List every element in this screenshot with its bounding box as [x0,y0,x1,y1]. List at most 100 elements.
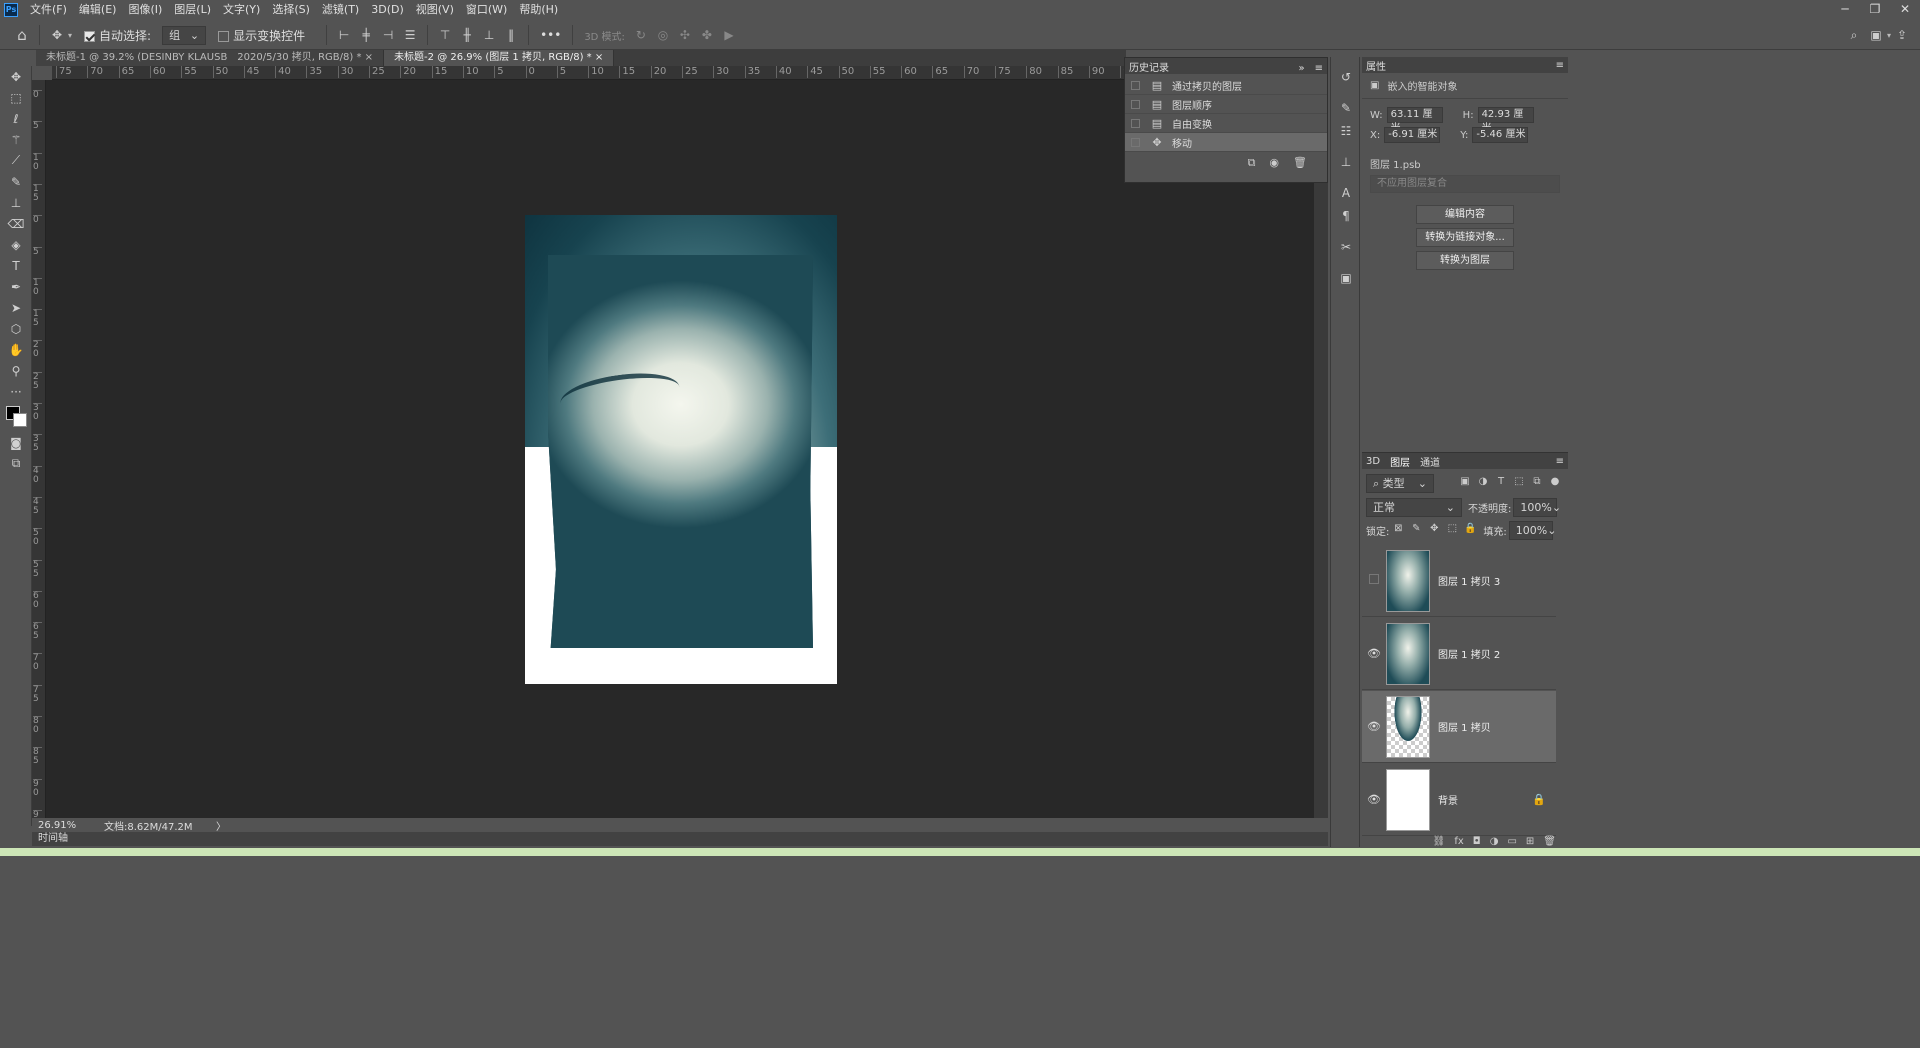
distribute-horizontal-icon[interactable]: ‖ [503,28,519,42]
minimize-icon[interactable]: ─ [1830,0,1860,20]
3d-orbit-icon[interactable]: ↻ [633,28,649,42]
hand-tool-icon[interactable]: ✋ [0,339,32,360]
info-panel-icon[interactable]: ▣ [1331,266,1361,289]
paint-bucket-icon[interactable]: ◈ [0,234,32,255]
history-item[interactable]: ▤ 自由变换 [1125,114,1327,133]
history-item[interactable]: ✥ 移动 [1125,133,1327,152]
type-tool-icon[interactable]: T [0,255,32,276]
filter-toggle-icon[interactable]: ● [1548,476,1562,490]
pen-tool-icon[interactable]: ✒ [0,276,32,297]
visibility-toggle[interactable] [1362,574,1386,587]
history-item[interactable]: ▤ 图层顺序 [1125,95,1327,114]
menu-3d[interactable]: 3D(D) [365,0,410,20]
share-icon[interactable]: ⇪ [1894,28,1910,42]
trash-icon[interactable]: 🗑 [1543,836,1556,847]
menu-image[interactable]: 图像(I) [122,0,168,20]
convert-to-linked-button[interactable]: 转换为链接对象... [1416,228,1514,247]
lasso-tool-icon[interactable]: ℓ [0,108,32,129]
menu-select[interactable]: 选择(S) [266,0,316,20]
menu-help[interactable]: 帮助(H) [513,0,564,20]
menu-type[interactable]: 文字(Y) [217,0,266,20]
tab-3d[interactable]: 3D [1366,456,1380,467]
show-transform-checkbox[interactable]: 显示变换控件 [218,27,305,44]
auto-select-checkbox[interactable]: 自动选择: [84,27,151,44]
align-hcenter-icon[interactable]: ╪ [358,28,374,42]
status-menu-arrow[interactable]: 〉 [216,818,226,833]
align-bottom-icon[interactable]: ⊥ [481,28,497,42]
character-panel-icon[interactable]: A [1331,181,1361,204]
width-field[interactable]: 63.11 厘米 [1386,107,1443,134]
zoom-level[interactable]: 26.91% [38,820,104,831]
adjustment-layer-icon[interactable]: ◑ [1490,836,1499,847]
screen-mode-icon[interactable]: ⧉ [0,453,32,474]
lock-image-icon[interactable]: ✎ [1409,523,1423,537]
more-tools-icon[interactable]: ··· [0,381,32,402]
3d-pan-icon[interactable]: ✣ [677,28,693,42]
snapshot-icon[interactable]: ◉ [1269,156,1279,170]
opacity-field[interactable]: 100% ⌄ [1513,497,1561,517]
clone-source-icon[interactable]: ⊥ [1331,150,1361,173]
new-group-icon[interactable]: ▭ [1507,836,1516,847]
menu-view[interactable]: 视图(V) [410,0,460,20]
menu-filter[interactable]: 滤镜(T) [316,0,365,20]
menu-layer[interactable]: 图层(L) [168,0,217,20]
path-select-icon[interactable]: ➤ [0,297,32,318]
menu-window[interactable]: 窗口(W) [460,0,513,20]
adjustments-panel-icon[interactable]: ☷ [1331,119,1361,142]
zoom-tool-icon[interactable]: ⚲ [0,360,32,381]
edit-contents-button[interactable]: 编辑内容 [1416,205,1514,224]
more-options-icon[interactable]: ••• [540,28,561,42]
layer-style-icon[interactable]: fx [1454,836,1463,847]
new-layer-icon[interactable]: ⊞ [1526,836,1534,847]
layer-row[interactable]: 图层 1 拷贝 3 [1362,545,1556,617]
filter-smart-icon[interactable]: ⧉ [1530,476,1544,490]
eye-icon[interactable]: 👁 [1362,647,1386,660]
align-left-icon[interactable]: ⊢ [336,28,352,42]
search-icon[interactable]: ⌕ [1846,28,1862,42]
chevron-down-icon[interactable]: ▾ [68,31,72,40]
panel-menu-icon[interactable]: ≡ [1556,60,1564,71]
quick-mask-icon[interactable]: ◙ [0,432,32,453]
shape-tool-icon[interactable]: ⬡ [0,318,32,339]
filter-adjustment-icon[interactable]: ◑ [1476,476,1490,490]
tab-document-2[interactable]: 未标题-2 @ 26.9% (图层 1 拷贝, RGB/8) * × [384,50,615,66]
filter-pixel-icon[interactable]: ▣ [1458,476,1472,490]
close-window-icon[interactable]: ✕ [1890,0,1920,20]
home-icon[interactable]: ⌂ [14,28,30,43]
tab-layers[interactable]: 图层 [1390,454,1410,469]
lock-artboard-icon[interactable]: ⬚ [1445,523,1459,537]
background-color[interactable] [13,413,27,427]
auto-select-dropdown[interactable]: 组 ⌄ [162,25,207,45]
tab-document-1[interactable]: 未标题-1 @ 39.2% (DESINBY KLAUSB 2020/5/30 … [36,50,385,66]
convert-to-layers-button[interactable]: 转换为图层 [1416,251,1514,270]
lock-position-icon[interactable]: ✥ [1427,523,1441,537]
link-layers-icon[interactable]: ⛓ [1433,836,1446,847]
new-document-from-state-icon[interactable]: ⧉ [1248,156,1256,170]
tab-channels[interactable]: 通道 [1420,454,1440,469]
timeline-tab[interactable]: 时间轴 [32,832,1328,846]
y-field[interactable]: -5.46 厘米 [1472,127,1529,143]
eyedropper-icon[interactable]: ⟋ [0,150,32,171]
lock-transparent-icon[interactable]: ⊠ [1391,523,1405,537]
filter-type-icon[interactable]: T [1494,476,1508,490]
restore-icon[interactable]: ❐ [1860,0,1890,20]
distribute-vertical-icon[interactable]: ☰ [402,28,418,42]
workspace-icon[interactable]: ▣ [1868,28,1884,42]
lock-all-icon[interactable]: 🔒 [1463,523,1477,537]
menu-file[interactable]: 文件(F) [24,0,73,20]
3d-slide-icon[interactable]: ✤ [699,28,715,42]
x-field[interactable]: -6.91 厘米 [1384,127,1441,143]
layer-comp-select[interactable]: 不应用图层复合 [1370,175,1560,193]
paragraph-panel-icon[interactable]: ¶ [1331,204,1361,227]
magic-wand-icon[interactable]: ⚚ [0,129,32,150]
blend-mode-dropdown[interactable]: 正常 ⌄ [1366,497,1462,517]
move-tool-icon[interactable]: ✥ [49,28,65,42]
layer-row[interactable]: 👁 图层 1 拷贝 [1362,691,1556,763]
3d-roll-icon[interactable]: ◎ [655,28,671,42]
add-mask-icon[interactable]: ◘ [1473,836,1481,847]
collapse-icon[interactable]: » ≡ [1299,59,1324,74]
align-vcenter-icon[interactable]: ╫ [459,28,475,42]
eraser-tool-icon[interactable]: ⌫ [0,213,32,234]
fill-field[interactable]: 100% ⌄ [1508,520,1556,540]
close-tab-icon[interactable]: × [595,52,603,63]
